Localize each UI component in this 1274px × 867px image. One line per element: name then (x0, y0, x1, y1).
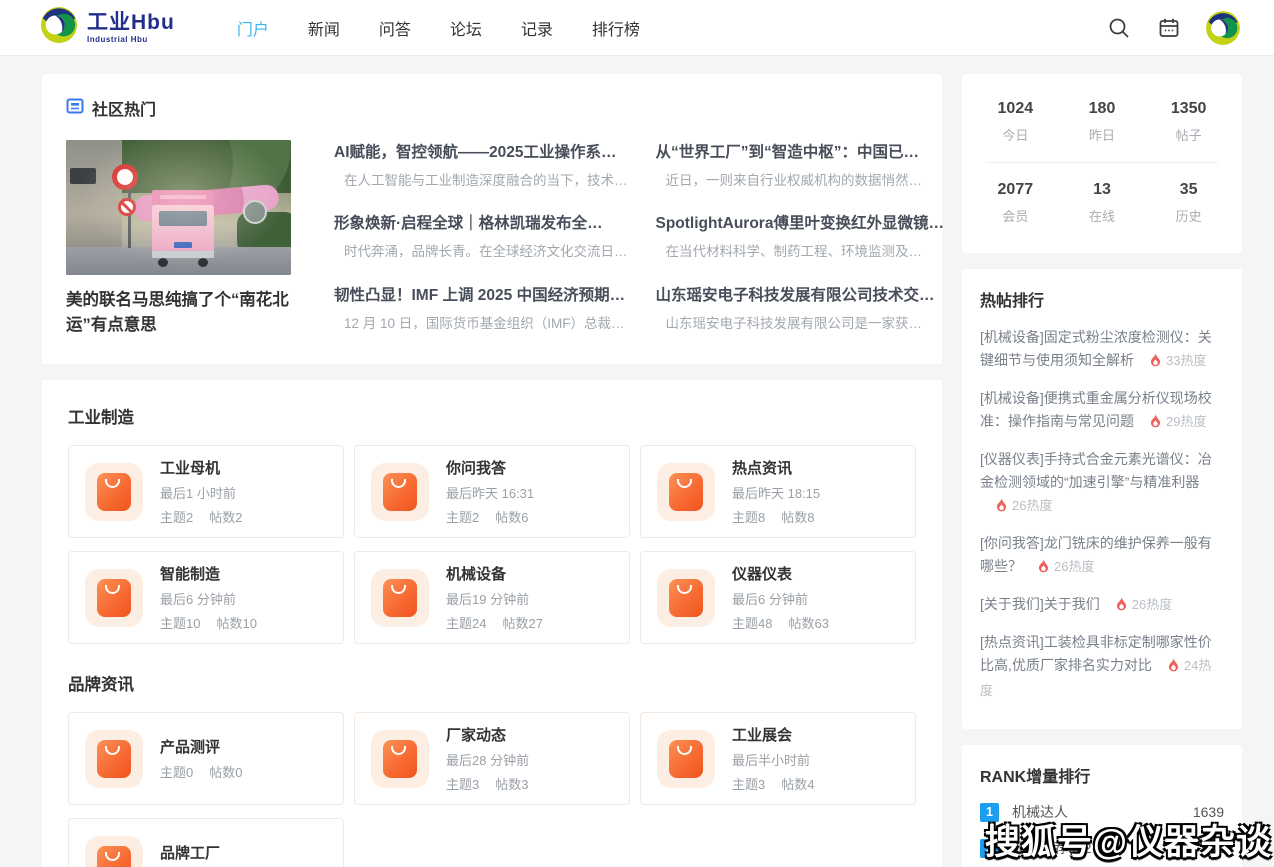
article-item[interactable]: SpotlightAurora傅里叶变换红外显微镜… 在当代材料科学、制药工程、… (656, 211, 944, 266)
stat-yesterday: 180 昨日 (1059, 94, 1146, 154)
forum-card[interactable]: 产品测评 主题0帖数0 (68, 712, 344, 805)
nav-item-ranking[interactable]: 排行榜 (592, 16, 640, 40)
section-title-brand: 品牌资讯 (68, 671, 916, 695)
forum-card[interactable]: 机械设备 最后19 分钟前 主题24帖数27 (354, 551, 630, 644)
header-actions (1106, 11, 1240, 45)
brand-title: 工业Hbu (87, 12, 175, 33)
calendar-icon[interactable] (1156, 15, 1182, 41)
article-item[interactable]: 形象焕新·启程全球｜格林凯瑞发布全… 时代奔涌，品牌长青。在全球经济文化交流日… (334, 211, 628, 266)
community-hot-card: 社区热门 (42, 74, 942, 364)
flame-icon (1150, 412, 1161, 435)
rank-badge: 2 (980, 839, 999, 858)
brand-subtitle: Industrial Hbu (87, 36, 175, 44)
flame-icon (1116, 595, 1127, 618)
shopping-bag-icon (657, 730, 715, 788)
forum-card[interactable]: 热点资讯 最后昨天 18:15 主题8帖数8 (640, 445, 916, 538)
rank-badge: 1 (980, 803, 999, 822)
search-icon[interactable] (1106, 15, 1132, 41)
forum-card[interactable]: 品牌工厂 主题0帖数0 (68, 818, 344, 867)
forum-grid-brand: 产品测评 主题0帖数0 厂家动态 最后28 分钟前 主题3帖数3 (68, 712, 916, 867)
featured-image[interactable] (66, 140, 291, 275)
stat-members: 2077 会员 (972, 175, 1059, 235)
stat-today: 1024 今日 (972, 94, 1059, 154)
shopping-bag-icon (85, 836, 143, 867)
article-item[interactable]: 韧性凸显！IMF 上调 2025 中国经济预期… 12 月 10 日，国际货币基… (334, 283, 628, 338)
header: 工业Hbu Industrial Hbu 门户 新闻 问答 论坛 记录 排行榜 (0, 0, 1274, 56)
hot-posts-rank-card: 热帖排行 [机械设备]固定式粉尘浓度检测仪：关键细节与使用须知全解析33热度 [… (962, 269, 1242, 729)
flame-icon (1038, 557, 1049, 580)
rank-increment-card: RANK增量排行 1 机械达人 1639 2 品牌推荐9527 71 3 adm… (962, 745, 1242, 867)
shopping-bag-icon (85, 569, 143, 627)
nav-item-portal[interactable]: 门户 (237, 16, 269, 40)
rank-title: RANK增量排行 (980, 763, 1224, 787)
article-item[interactable]: 从“世界工厂”到“智造中枢”：中国已… 近日，一则来自行业权威机构的数据悄然… (656, 140, 944, 195)
nav-item-forum[interactable]: 论坛 (450, 16, 482, 40)
forum-card[interactable]: 智能制造 最后6 分钟前 主题10帖数10 (68, 551, 344, 644)
nav-item-qa[interactable]: 问答 (379, 16, 411, 40)
stat-online: 13 在线 (1059, 175, 1146, 235)
forum-grid-industrial: 工业母机 最后1 小时前 主题2帖数2 你问我答 最后昨天 16:31 主题2帖… (68, 445, 916, 644)
flame-icon (996, 496, 1007, 519)
user-avatar[interactable] (1206, 11, 1240, 45)
forum-card[interactable]: 工业母机 最后1 小时前 主题2帖数2 (68, 445, 344, 538)
hot-post-item[interactable]: [仪器仪表]手持式合金元素光谱仪：冶金检测领域的“加速引擎”与精准利器26热度 (980, 448, 1224, 519)
shopping-bag-icon (371, 569, 429, 627)
shopping-bag-icon (371, 463, 429, 521)
hot-post-item[interactable]: [你问我答]龙门铣床的维护保养一般有哪些？26热度 (980, 532, 1224, 580)
section-title-industrial: 工业制造 (68, 404, 916, 428)
forum-stats-card: 1024 今日 180 昨日 1350 帖子 2077 (962, 74, 1242, 253)
hot-post-item[interactable]: [机械设备]便携式重金属分析仪现场校准：操作指南与常见问题29热度 (980, 387, 1224, 435)
article-item[interactable]: 山东瑶安电子科技发展有限公司技术交… 山东瑶安电子科技发展有限公司是一家获… (656, 283, 944, 338)
hot-article-list: AI赋能，智控领航——2025工业操作系… 在人工智能与工业制造深度融合的当下，… (334, 140, 944, 338)
image-light-glow (66, 140, 291, 275)
stat-history: 35 历史 (1145, 175, 1232, 235)
nav-item-records[interactable]: 记录 (521, 16, 553, 40)
divider (986, 162, 1218, 163)
shopping-bag-icon (371, 730, 429, 788)
rank-row[interactable]: 2 品牌推荐9527 71 (980, 838, 1224, 858)
shopping-bag-icon (85, 463, 143, 521)
hot-post-item[interactable]: [关于我们]关于我们26热度 (980, 593, 1224, 618)
shopping-bag-icon (85, 730, 143, 788)
hot-post-item[interactable]: [机械设备]固定式粉尘浓度检测仪：关键细节与使用须知全解析33热度 (980, 326, 1224, 374)
forum-card[interactable]: 工业展会 最后半小时前 主题3帖数4 (640, 712, 916, 805)
forum-sections-card: 工业制造 工业母机 最后1 小时前 主题2帖数2 你 (42, 380, 942, 867)
flame-icon (1168, 656, 1179, 679)
community-hot-title: 社区热门 (92, 96, 156, 120)
logo-icon (40, 6, 78, 49)
hot-rank-title: 热帖排行 (980, 287, 1224, 311)
page: 工业Hbu Industrial Hbu 门户 新闻 问答 论坛 记录 排行榜 (0, 0, 1274, 867)
main-nav: 门户 新闻 问答 论坛 记录 排行榜 (237, 16, 640, 40)
forum-card[interactable]: 仪器仪表 最后6 分钟前 主题48帖数63 (640, 551, 916, 644)
nav-item-news[interactable]: 新闻 (308, 16, 340, 40)
forum-card[interactable]: 厂家动态 最后28 分钟前 主题3帖数3 (354, 712, 630, 805)
flame-icon (1150, 351, 1161, 374)
shopping-bag-icon (657, 463, 715, 521)
rank-row[interactable]: 1 机械达人 1639 (980, 802, 1224, 822)
stat-posts: 1350 帖子 (1145, 94, 1232, 154)
forum-card[interactable]: 你问我答 最后昨天 16:31 主题2帖数6 (354, 445, 630, 538)
hot-post-item[interactable]: [热点资讯]工装检具非标定制哪家性价比高,优质厂家排名实力对比24热度 (980, 631, 1224, 702)
featured-article-title[interactable]: 美的联名马思纯搞了个“南花北运”有点意思 (66, 288, 306, 338)
article-item[interactable]: AI赋能，智控领航——2025工业操作系… 在人工智能与工业制造深度融合的当下，… (334, 140, 628, 195)
site-logo[interactable]: 工业Hbu Industrial Hbu (40, 6, 175, 49)
shopping-bag-icon (657, 569, 715, 627)
community-hot-icon (66, 97, 84, 120)
